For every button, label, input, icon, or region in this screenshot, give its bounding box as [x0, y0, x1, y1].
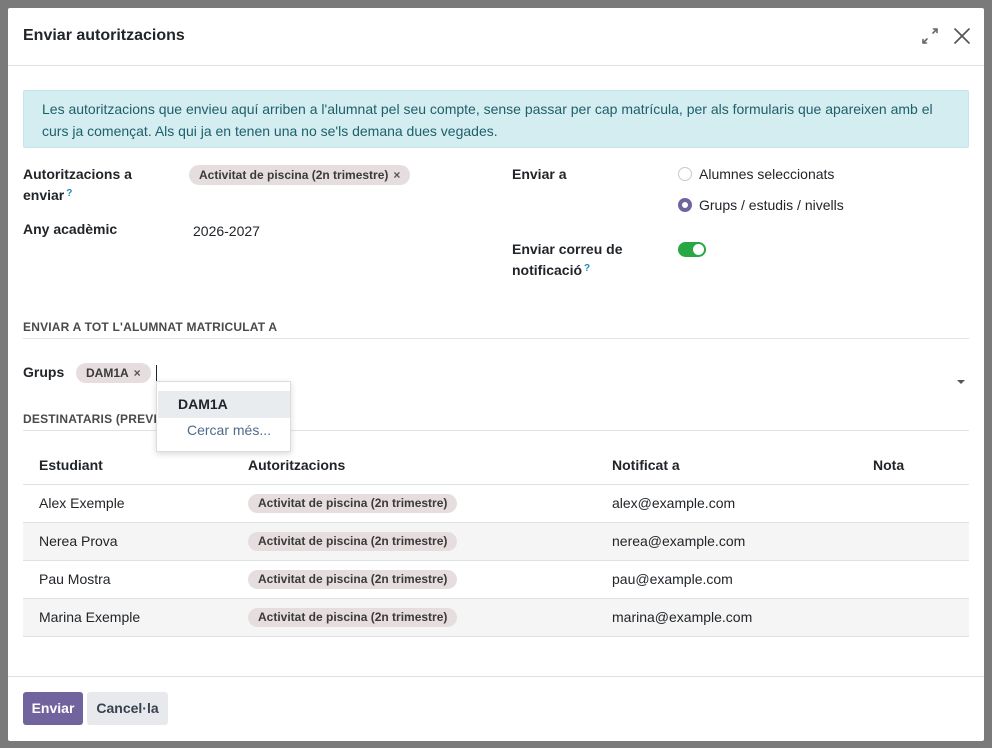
remove-tag-icon[interactable]: ×: [393, 168, 400, 182]
cell-authorizations: Activitat de piscina (2n trimestre): [232, 560, 596, 599]
cell-notified: nerea@example.com: [596, 522, 857, 561]
cell-note: [857, 560, 969, 599]
table-row[interactable]: Alex Exemple Activitat de piscina (2n tr…: [23, 484, 969, 523]
cell-note: [857, 598, 969, 637]
remove-tag-icon[interactable]: ×: [134, 366, 141, 380]
cell-student: Pau Mostra: [23, 560, 232, 599]
section-title-send-all: ENVIAR A TOT L'ALUMNAT MATRICULAT A: [23, 320, 278, 334]
notify-label-line2: notificació: [512, 262, 583, 278]
radio-groups[interactable]: Grups / estudis / nivells: [678, 197, 844, 213]
groups-autocomplete-dropdown: DAM1A Cercar més...: [156, 381, 291, 452]
group-tag: DAM1A ×: [76, 363, 151, 383]
footer-divider: [8, 676, 984, 677]
authorization-tag: Activitat de piscina (2n trimestre): [248, 493, 458, 513]
authorizations-label-line1: Autoritzacions a: [23, 166, 132, 182]
dialog-title: Enviar autoritzacions: [23, 27, 185, 44]
help-icon[interactable]: ?: [584, 263, 590, 274]
search-more-link[interactable]: Cercar més...: [187, 422, 271, 438]
column-header-note[interactable]: Nota: [857, 446, 969, 485]
cell-student: Alex Exemple: [23, 484, 232, 523]
notify-toggle[interactable]: [678, 242, 706, 257]
cell-authorizations: Activitat de piscina (2n trimestre): [232, 598, 596, 637]
cell-notified: marina@example.com: [596, 598, 857, 637]
expand-icon[interactable]: [918, 24, 942, 48]
authorization-tag: Activitat de piscina (2n trimestre): [248, 531, 458, 551]
notify-label-line1: Enviar correu de: [512, 241, 623, 257]
cell-notified: alex@example.com: [596, 484, 857, 523]
send-authorizations-dialog: Enviar autoritzacions Les autoritzacions…: [8, 8, 984, 741]
info-alert: Les autoritzacions que envieu aquí arrib…: [23, 90, 969, 148]
cell-student: Marina Exemple: [23, 598, 232, 637]
year-value[interactable]: 2026-2027: [193, 223, 260, 239]
notify-label: Enviar correu de notificació?: [512, 239, 623, 281]
dialog-header: Enviar autoritzacions: [8, 8, 984, 66]
toggle-knob: [693, 244, 704, 255]
cell-authorizations: Activitat de piscina (2n trimestre): [232, 522, 596, 561]
chevron-down-icon[interactable]: [955, 373, 967, 384]
year-label: Any acadèmic: [23, 221, 118, 237]
send-to-label: Enviar a: [512, 166, 567, 182]
send-button[interactable]: Enviar: [23, 692, 83, 725]
radio-checked-icon: [678, 198, 692, 212]
cell-note: [857, 522, 969, 561]
authorization-tag: Activitat de piscina (2n trimestre): [248, 569, 458, 589]
divider: [23, 338, 969, 339]
table-row[interactable]: Marina Exemple Activitat de piscina (2n …: [23, 598, 969, 637]
section-title-recipients: DESTINATARIS (PREVI: [23, 412, 158, 426]
cell-student: Nerea Prova: [23, 522, 232, 561]
authorizations-label: Autoritzacions a enviar?: [23, 164, 132, 206]
group-tag-label: DAM1A: [86, 366, 129, 380]
authorization-tag-label: Activitat de piscina (2n trimestre): [199, 168, 389, 182]
table-row[interactable]: Pau Mostra Activitat de piscina (2n trim…: [23, 560, 969, 599]
authorization-tag: Activitat de piscina (2n trimestre) ×: [189, 165, 411, 185]
close-icon[interactable]: [950, 24, 974, 48]
table-row[interactable]: Nerea Prova Activitat de piscina (2n tri…: [23, 522, 969, 561]
radio-unchecked-icon: [678, 167, 692, 181]
radio-label: Grups / estudis / nivells: [699, 197, 844, 213]
help-icon[interactable]: ?: [66, 188, 72, 199]
cell-notified: pau@example.com: [596, 560, 857, 599]
recipients-table: Estudiant Autoritzacions Notificat a Not…: [23, 446, 969, 637]
authorizations-label-line2: enviar: [23, 187, 65, 203]
radio-label: Alumnes seleccionats: [699, 166, 835, 182]
text-cursor: [156, 365, 157, 381]
cell-authorizations: Activitat de piscina (2n trimestre): [232, 484, 596, 523]
groups-label: Grups: [23, 364, 65, 380]
authorization-tag: Activitat de piscina (2n trimestre): [248, 607, 458, 627]
radio-selected-students[interactable]: Alumnes seleccionats: [678, 166, 834, 182]
cell-note: [857, 484, 969, 523]
dropdown-option-dam1a[interactable]: DAM1A: [158, 391, 290, 418]
cancel-button[interactable]: Cancel·la: [87, 692, 168, 725]
column-header-notified[interactable]: Notificat a: [596, 446, 857, 485]
